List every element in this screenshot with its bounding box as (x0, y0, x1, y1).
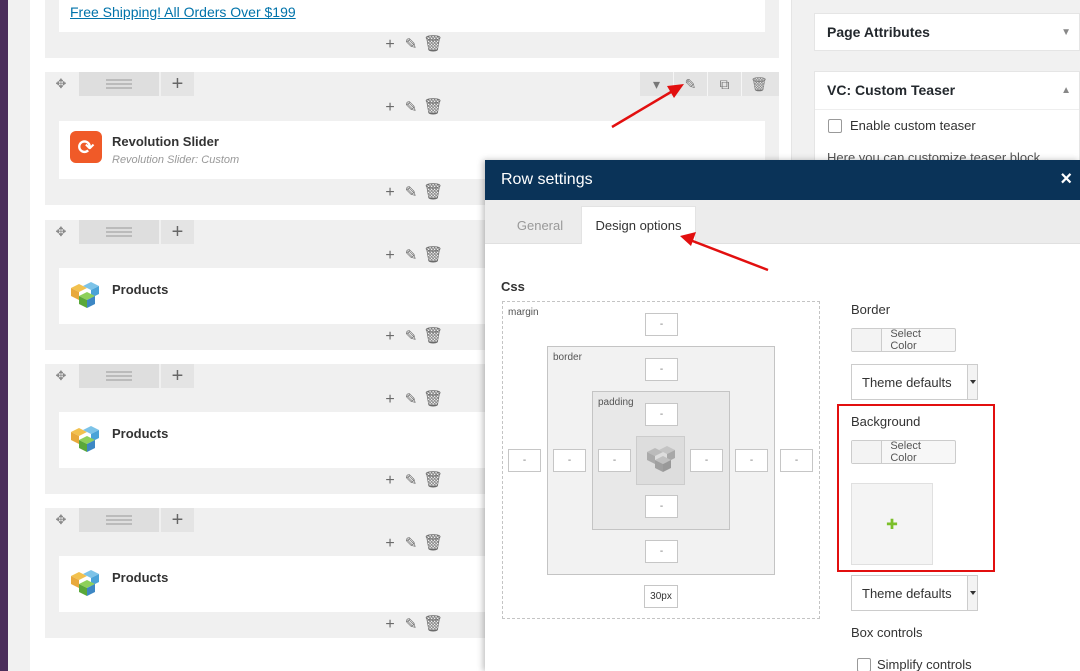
annotation-arrow-edit (611, 84, 684, 129)
annotation-arrows (611, 84, 769, 272)
annotation-arrow-design-tab (680, 232, 769, 272)
